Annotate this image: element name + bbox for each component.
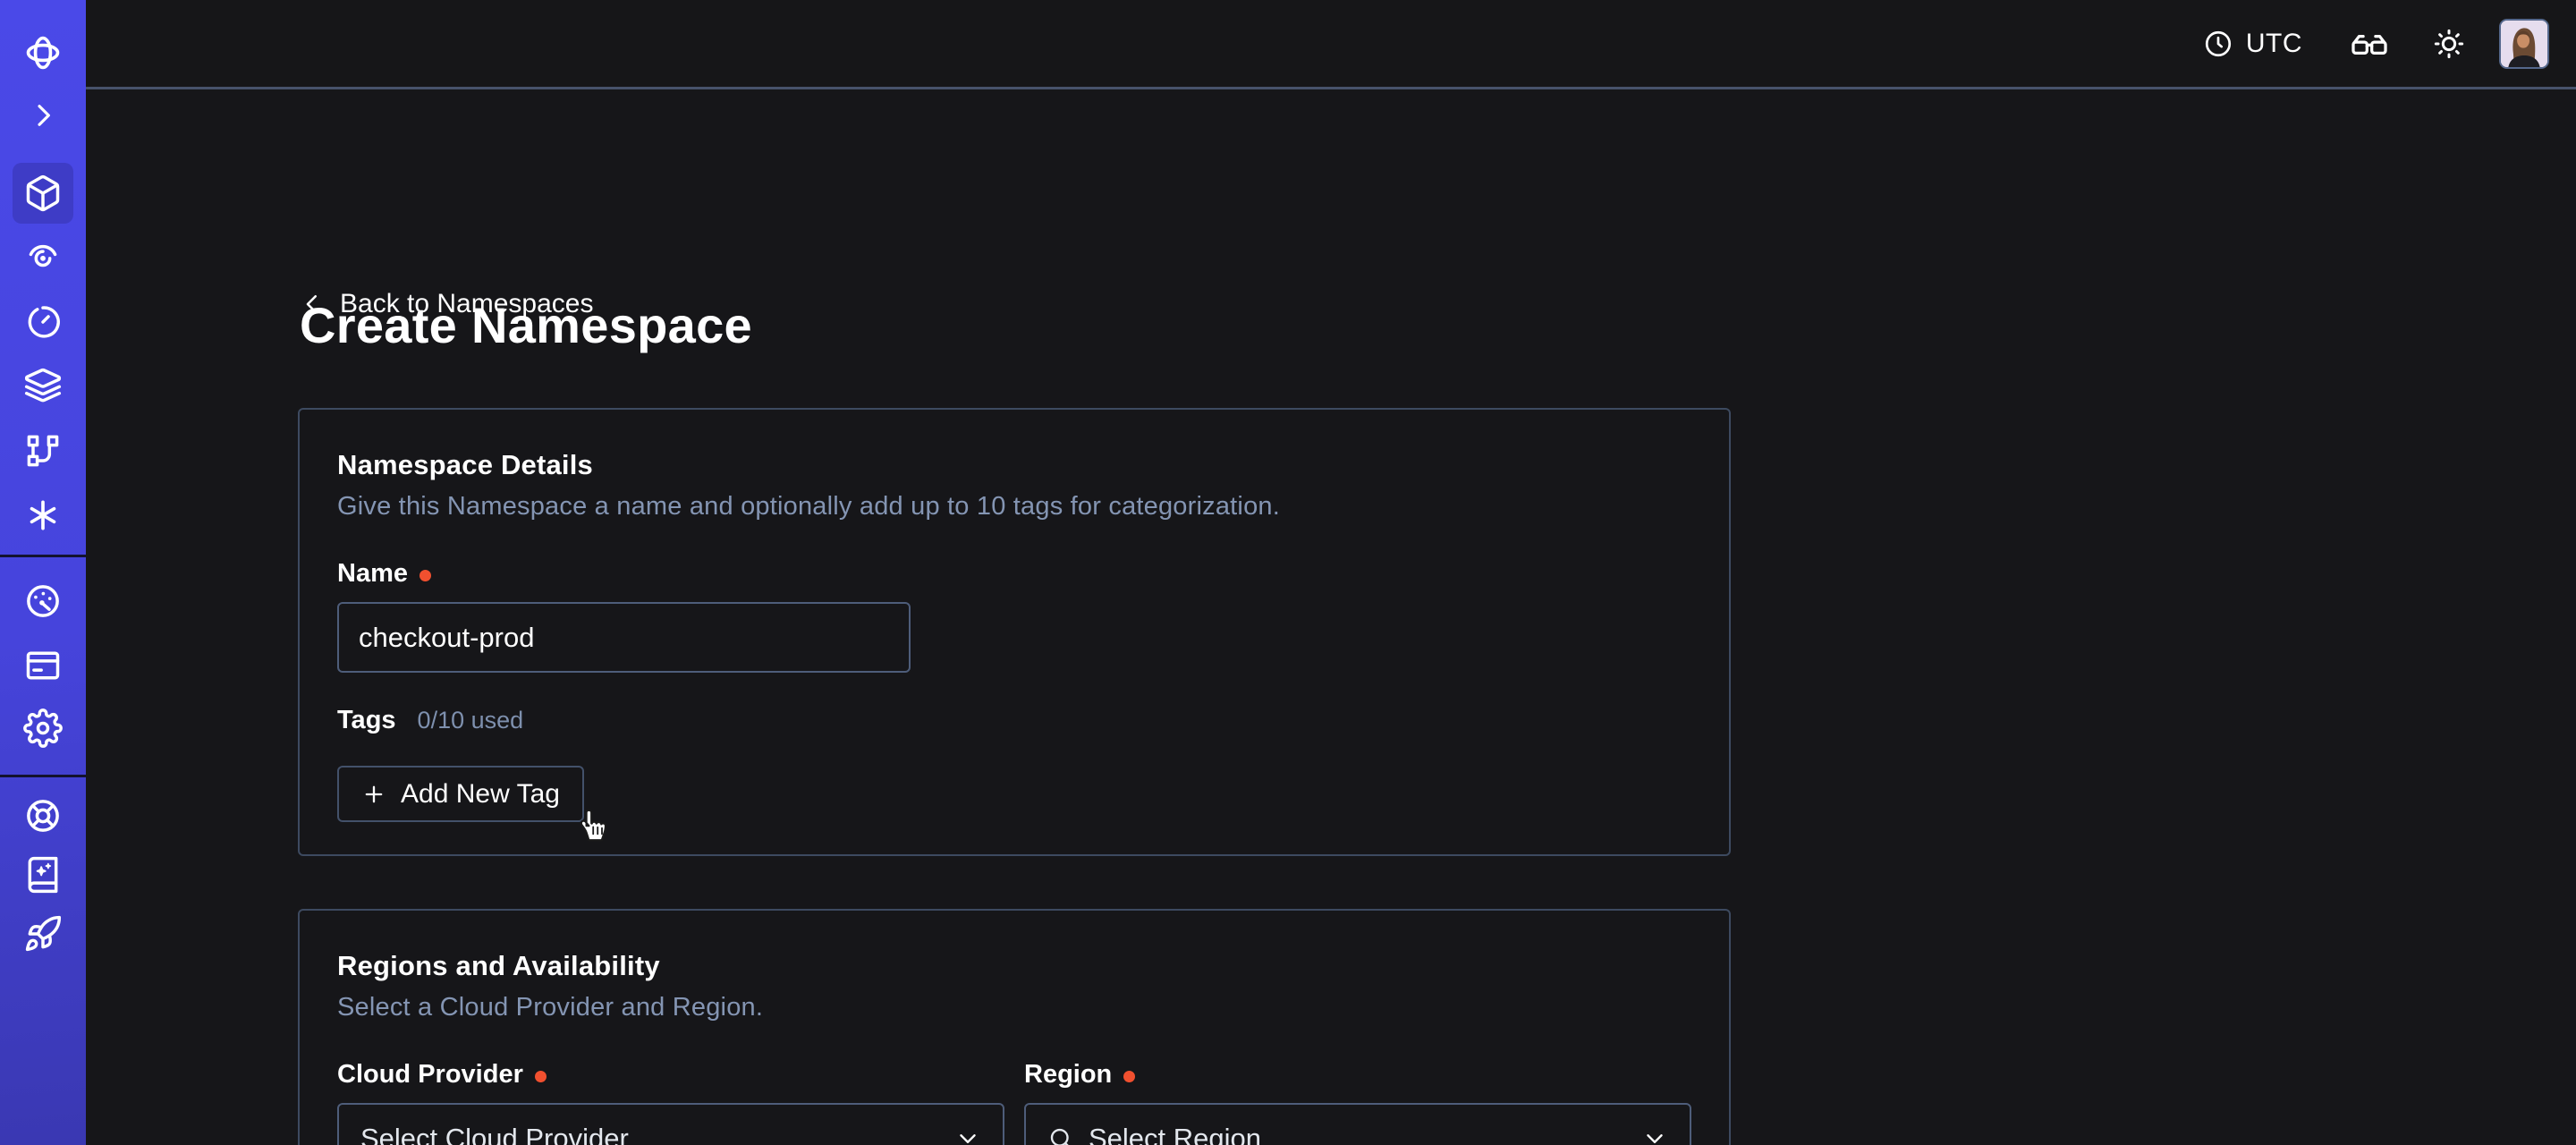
sidebar-expand-toggle[interactable] bbox=[13, 85, 73, 146]
sidebar-item-deployments[interactable] bbox=[13, 356, 73, 417]
book-sparkles-icon bbox=[23, 855, 63, 895]
timezone-label: UTC bbox=[2246, 29, 2302, 59]
rocket-icon bbox=[23, 914, 63, 954]
region-placeholder: Select Region bbox=[1089, 1123, 1261, 1145]
card-subtitle: Select a Cloud Provider and Region. bbox=[337, 993, 1691, 1022]
required-dot bbox=[1123, 1071, 1135, 1082]
cloud-provider-field: Cloud Provider Select Cloud Provider bbox=[337, 1060, 1004, 1145]
gear-icon bbox=[23, 708, 63, 748]
namespace-cube-icon bbox=[23, 174, 63, 213]
sidebar-item-settings[interactable] bbox=[13, 698, 73, 759]
chevron-down-icon bbox=[1641, 1125, 1668, 1145]
sidebar bbox=[0, 0, 86, 1145]
sidebar-item-nexus[interactable] bbox=[13, 485, 73, 546]
card-subtitle: Give this Namespace a name and optionall… bbox=[337, 492, 1691, 522]
main-content: Back to Namespaces Create Namespace Name… bbox=[86, 92, 2576, 1145]
lifebuoy-icon bbox=[23, 796, 63, 835]
sidebar-item-usage[interactable] bbox=[13, 571, 73, 632]
timezone-button[interactable]: UTC bbox=[2203, 29, 2302, 59]
labs-toggle-button[interactable] bbox=[2349, 23, 2390, 64]
sidebar-item-workflows[interactable] bbox=[13, 226, 73, 287]
sidebar-item-support[interactable] bbox=[13, 785, 73, 846]
required-dot bbox=[535, 1071, 547, 1082]
cloud-provider-placeholder: Select Cloud Provider bbox=[360, 1123, 629, 1145]
tags-label: Tags bbox=[337, 706, 396, 735]
add-new-tag-button[interactable]: Add New Tag bbox=[337, 766, 584, 822]
chevron-right-icon bbox=[26, 98, 60, 132]
spiral-icon bbox=[23, 237, 63, 276]
namespace-details-card: Namespace Details Give this Namespace a … bbox=[298, 408, 1731, 856]
card-title: Namespace Details bbox=[337, 449, 1691, 481]
user-avatar[interactable] bbox=[2499, 19, 2549, 69]
sidebar-item-billing[interactable] bbox=[13, 635, 73, 696]
tags-used-count: 0/10 used bbox=[418, 707, 524, 734]
search-icon bbox=[1047, 1125, 1074, 1145]
sidebar-divider bbox=[0, 555, 86, 557]
cloud-provider-select[interactable]: Select Cloud Provider bbox=[337, 1103, 1004, 1145]
region-label: Region bbox=[1024, 1060, 1112, 1090]
gauge-icon bbox=[23, 581, 63, 621]
theme-toggle-button[interactable] bbox=[2431, 26, 2467, 62]
chevron-down-icon bbox=[954, 1125, 981, 1145]
regions-availability-card: Regions and Availability Select a Cloud … bbox=[298, 909, 1731, 1145]
required-dot bbox=[419, 570, 431, 581]
page-title: Create Namespace bbox=[300, 296, 752, 354]
timer-icon bbox=[23, 302, 63, 342]
region-field: Region Select Region bbox=[1024, 1060, 1691, 1145]
glasses-icon bbox=[2349, 23, 2390, 64]
layers-icon bbox=[23, 367, 63, 406]
billing-card-icon bbox=[23, 646, 63, 685]
name-field-label: Name bbox=[337, 559, 408, 589]
sidebar-item-getting-started[interactable] bbox=[13, 903, 73, 964]
avatar-image bbox=[2501, 21, 2547, 67]
sidebar-item-schedules[interactable] bbox=[13, 292, 73, 352]
sidebar-item-namespaces[interactable] bbox=[13, 163, 73, 224]
asterisk-icon bbox=[23, 496, 63, 535]
temporal-logo-glyph bbox=[22, 32, 64, 73]
sidebar-divider bbox=[0, 775, 86, 777]
plus-icon bbox=[361, 782, 386, 807]
card-title: Regions and Availability bbox=[337, 950, 1691, 982]
cloud-provider-label: Cloud Provider bbox=[337, 1060, 523, 1090]
add-new-tag-label: Add New Tag bbox=[401, 779, 560, 810]
pipeline-icon bbox=[23, 431, 63, 471]
topbar: UTC bbox=[86, 0, 2576, 89]
namespace-name-input[interactable] bbox=[337, 602, 911, 673]
sidebar-item-pipelines[interactable] bbox=[13, 420, 73, 481]
sidebar-item-docs[interactable] bbox=[13, 844, 73, 905]
clock-icon bbox=[2203, 29, 2233, 59]
sun-icon bbox=[2431, 26, 2467, 62]
region-select[interactable]: Select Region bbox=[1024, 1103, 1691, 1145]
temporal-logo-icon[interactable] bbox=[13, 22, 73, 83]
